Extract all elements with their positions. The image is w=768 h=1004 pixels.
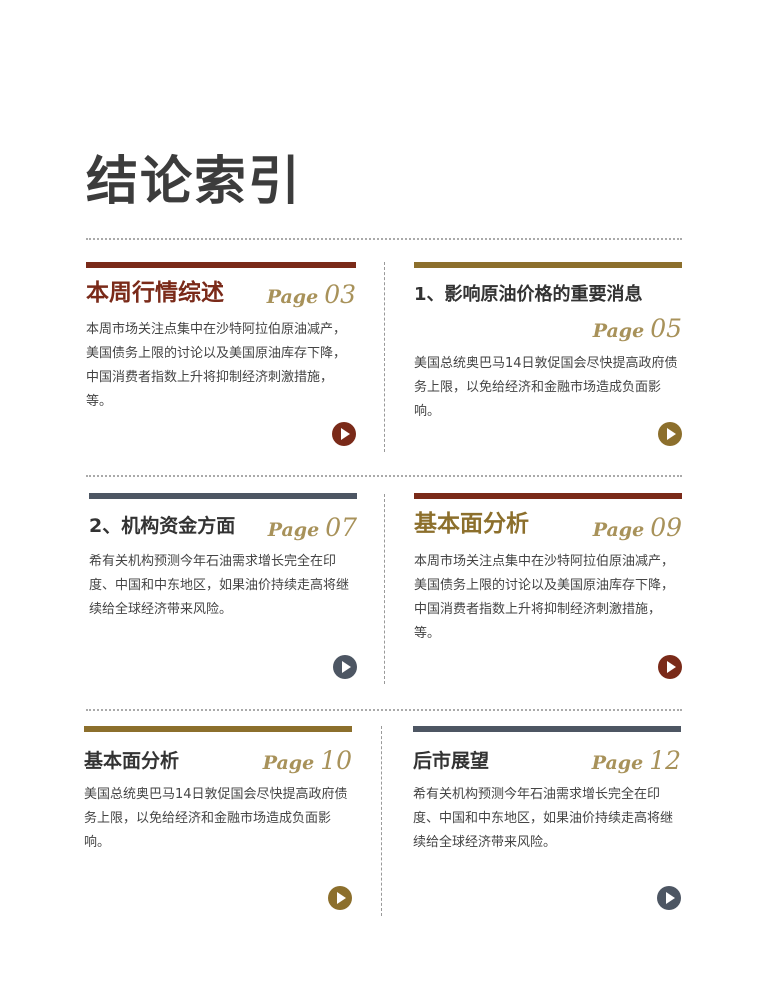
column-divider — [384, 494, 385, 684]
page-label: Page — [591, 752, 644, 774]
page-reference[interactable]: Page 12 — [592, 748, 681, 773]
page-reference[interactable]: Page 03 — [267, 282, 356, 307]
divider — [86, 709, 682, 711]
index-card[interactable]: 2、机构资金方面 Page 07 希有关机构预测今年石油需求增长完全在印度、中国和… — [89, 493, 357, 681]
page-label: Page — [266, 286, 319, 308]
index-card[interactable]: 1、影响原油价格的重要消息 Page 05 美国总统奥巴马14日敦促国会尽快提高政… — [414, 262, 682, 450]
page-label: Page — [267, 519, 320, 541]
page-label: Page — [262, 752, 315, 774]
page-label: Page — [592, 320, 645, 342]
play-icon[interactable] — [658, 655, 682, 679]
card-title: 后市展望 — [413, 750, 490, 772]
card-title: 基本面分析 — [414, 511, 529, 537]
page-number: 12 — [649, 746, 681, 775]
accent-bar — [414, 493, 682, 499]
page-title: 结论索引 — [86, 152, 303, 212]
card-summary: 希有关机构预测今年石油需求增长完全在印度、中国和中东地区，如果油价持续走高将继续… — [413, 787, 674, 850]
accent-bar — [86, 262, 356, 268]
page-reference[interactable]: Page 05 — [593, 316, 682, 341]
card-summary: 美国总统奥巴马14日敦促国会尽快提高政府债务上限，以免给经济和金融市场造成负面影… — [84, 787, 348, 850]
page-reference[interactable]: Page 09 — [593, 515, 682, 540]
accent-bar — [414, 262, 682, 268]
accent-bar — [413, 726, 681, 732]
page-number: 10 — [320, 746, 352, 775]
play-icon[interactable] — [332, 422, 356, 446]
card-summary: 本周市场关注点集中在沙特阿拉伯原油减产，美国债务上限的讨论以及美国原油库存下降，… — [86, 322, 347, 409]
card-summary: 美国总统奥巴马14日敦促国会尽快提高政府债务上限，以免给经济和金融市场造成负面影… — [414, 356, 678, 419]
divider — [86, 475, 682, 477]
divider — [86, 238, 682, 240]
page-label: Page — [592, 519, 645, 541]
card-title: 1、影响原油价格的重要消息 — [414, 284, 643, 305]
page-number: 05 — [650, 314, 682, 343]
page-reference[interactable]: Page 10 — [263, 748, 352, 773]
column-divider — [384, 262, 385, 452]
play-icon[interactable] — [658, 422, 682, 446]
page-reference[interactable]: Page 07 — [268, 515, 357, 540]
play-icon[interactable] — [333, 655, 357, 679]
card-summary: 本周市场关注点集中在沙特阿拉伯原油减产，美国债务上限的讨论以及美国原油库存下降，… — [414, 554, 675, 641]
page-number: 07 — [325, 513, 357, 542]
card-title: 基本面分析 — [84, 750, 180, 772]
card-summary: 希有关机构预测今年石油需求增长完全在印度、中国和中东地区，如果油价持续走高将继续… — [89, 554, 350, 617]
play-icon[interactable] — [657, 886, 681, 910]
play-icon[interactable] — [328, 886, 352, 910]
accent-bar — [89, 493, 357, 499]
card-title: 本周行情综述 — [86, 280, 224, 306]
index-card[interactable]: 本周行情综述 Page 03 本周市场关注点集中在沙特阿拉伯原油减产，美国债务上限… — [86, 262, 356, 450]
index-card[interactable]: 基本面分析 Page 09 本周市场关注点集中在沙特阿拉伯原油减产，美国债务上限的… — [414, 493, 682, 681]
card-title: 2、机构资金方面 — [89, 515, 236, 537]
accent-bar — [84, 726, 352, 732]
page-number: 09 — [650, 513, 682, 542]
index-card[interactable]: 后市展望 Page 12 希有关机构预测今年石油需求增长完全在印度、中国和中东地区… — [413, 726, 681, 914]
column-divider — [381, 726, 382, 916]
page-number: 03 — [324, 280, 356, 309]
index-card[interactable]: 基本面分析 Page 10 美国总统奥巴马14日敦促国会尽快提高政府债务上限，以免… — [84, 726, 352, 914]
